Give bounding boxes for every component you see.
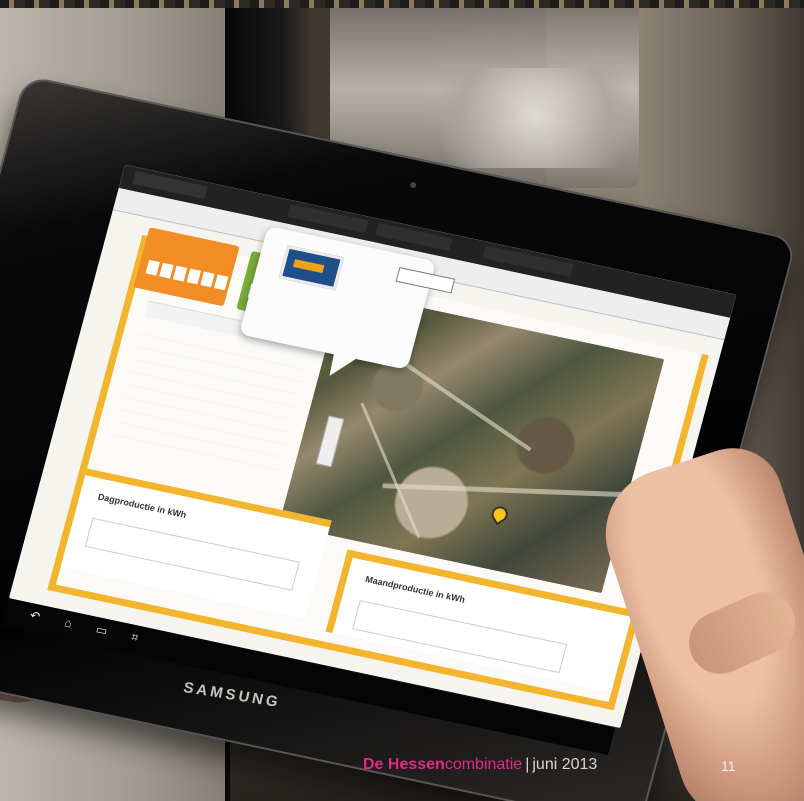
top-photo-strip	[0, 0, 804, 8]
meter-digit	[213, 274, 229, 291]
background-light-reflection	[410, 68, 660, 168]
screenshot-icon[interactable]: ⌗	[126, 630, 145, 645]
meter-digit	[186, 268, 201, 285]
map-zoom-control[interactable]	[315, 415, 345, 468]
map-road	[382, 483, 635, 498]
back-icon[interactable]: ↶	[26, 608, 45, 624]
meter-digit	[145, 259, 160, 276]
footer-divider: |	[525, 756, 530, 773]
photo-page: Dagproductie in kWh Maandproductie in kW…	[0, 0, 804, 801]
magazine-brand-suffix: combinatie	[444, 756, 523, 773]
issue-date: juni 2013	[532, 756, 598, 773]
meter-digit	[172, 265, 188, 282]
meter-digit	[200, 271, 215, 288]
map-pin-icon[interactable]	[491, 506, 508, 523]
magazine-footer: De Hessencombinatie | juni 2013	[363, 755, 703, 779]
home-icon[interactable]: ⌂	[59, 615, 78, 630]
magazine-brand-bold: De Hessen	[363, 756, 445, 773]
meter-digit	[159, 262, 174, 279]
page-number: 11	[721, 758, 736, 774]
front-camera	[409, 181, 417, 189]
map-road	[360, 402, 421, 539]
recent-apps-icon[interactable]: ▭	[92, 622, 111, 638]
